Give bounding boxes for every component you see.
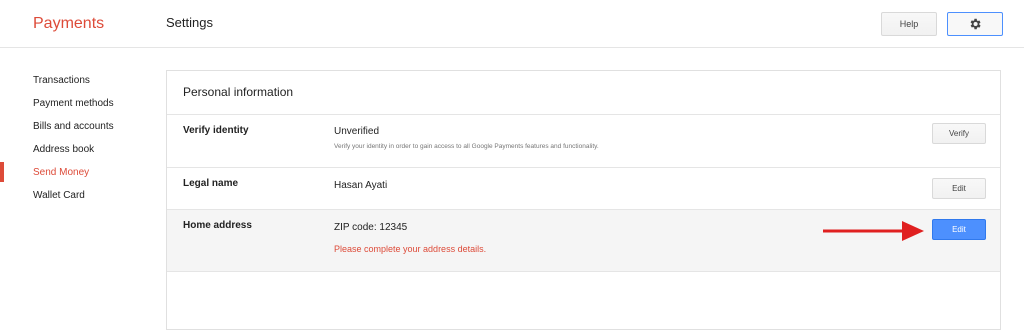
sidebar-item-payment-methods[interactable]: Payment methods (33, 98, 114, 109)
annotation-arrow-icon (823, 221, 924, 241)
verify-identity-label: Verify identity (183, 125, 249, 136)
legal-name-label: Legal name (183, 178, 239, 189)
home-address-label: Home address (183, 220, 252, 231)
sidebar-item-send-money[interactable]: Send Money (33, 167, 89, 178)
settings-button[interactable] (947, 12, 1003, 36)
top-header: Payments Settings Help (0, 0, 1024, 48)
edit-home-address-button[interactable]: Edit (932, 219, 986, 240)
verify-button[interactable]: Verify (932, 123, 986, 144)
page-title: Settings (166, 15, 213, 30)
active-item-indicator (0, 162, 4, 182)
sidebar-item-bills-and-accounts[interactable]: Bills and accounts (33, 121, 114, 132)
verify-identity-row: Verify identity Unverified Verify your i… (167, 114, 1000, 167)
legal-name-value: Hasan Ayati (334, 180, 388, 191)
brand-logo[interactable]: Payments (33, 15, 104, 33)
help-button[interactable]: Help (881, 12, 937, 36)
sidebar-item-wallet-card[interactable]: Wallet Card (33, 190, 85, 201)
verify-status: Unverified (334, 126, 380, 137)
personal-information-panel: Personal information Verify identity Unv… (166, 70, 1001, 330)
gear-icon (970, 18, 981, 30)
legal-name-row: Legal name Hasan Ayati Edit (167, 167, 1000, 209)
sidebar-item-address-book[interactable]: Address book (33, 144, 94, 155)
sidebar-item-transactions[interactable]: Transactions (33, 75, 90, 86)
verify-description: Verify your identity in order to gain ac… (334, 143, 599, 150)
zip-code-value: ZIP code: 12345 (334, 222, 408, 233)
edit-legal-name-button[interactable]: Edit (932, 178, 986, 199)
panel-title: Personal information (183, 85, 294, 99)
address-warning: Please complete your address details. (334, 244, 487, 254)
